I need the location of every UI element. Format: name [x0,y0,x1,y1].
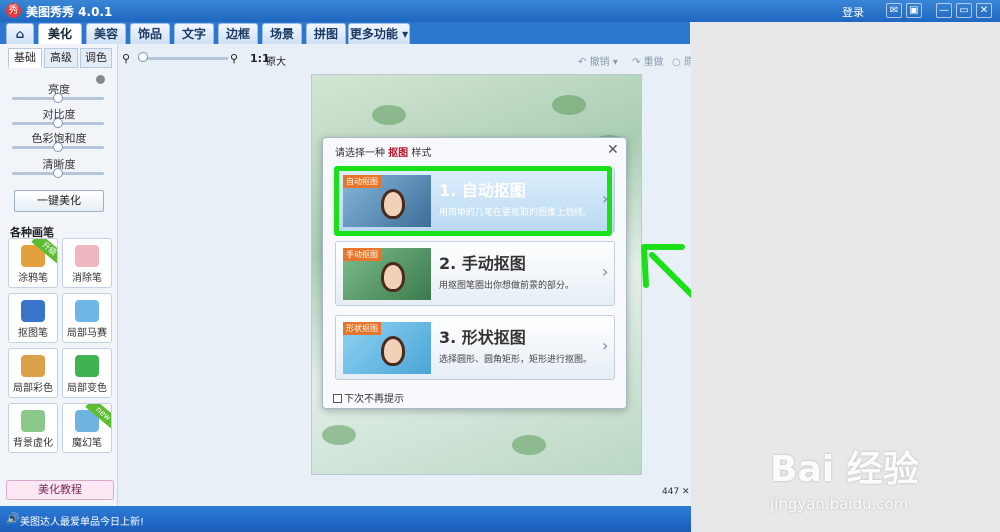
brightness-slider[interactable] [12,93,104,103]
saturation-slider[interactable] [12,142,104,152]
tab-border[interactable]: 边框 [218,23,258,44]
undo-label: 撤销 [589,57,610,68]
contrast-knob[interactable] [53,118,63,128]
dont-show-again-checkbox[interactable]: 下次不再提示 [333,390,404,405]
tool-local-mosaic[interactable]: 局部马赛克 [62,293,112,343]
canvas-leaf [322,425,356,445]
subtab-advanced[interactable]: 高级 [44,48,78,68]
original-size-button[interactable]: 原大 [266,53,286,68]
login-link[interactable]: 登录 [842,4,864,20]
status-bar: 🔊 美图达人最爱单品今日上新! [0,506,691,532]
status-message-link[interactable]: 美图达人最爱单品今日上新! [20,513,144,528]
one-click-beautify-button[interactable]: 一键美化 [14,190,104,212]
canvas-leaf [552,95,586,115]
color-pen-icon [21,355,45,377]
message-icon[interactable]: ✉ [886,3,902,18]
zoom-slider[interactable] [138,57,228,60]
prompt-prefix: 请选择一种 [335,148,385,159]
dialog-close-icon[interactable]: ✕ [607,142,619,158]
watermark-url: jingyan.baidu.com [770,495,909,513]
redo-label: 重做 [643,57,664,68]
beautify-tutorial-button[interactable]: 美化教程 [6,480,114,500]
tab-home[interactable]: ⌂ [6,23,34,44]
canvas-leaf [512,435,546,455]
tab-scene[interactable]: 场景 [262,23,302,44]
dont-show-label: 下次不再提示 [344,394,404,405]
zoom-in-icon[interactable]: ⚲ [230,52,238,65]
canvas-leaf [372,105,406,125]
minimize-button[interactable]: — [936,3,952,18]
skin-icon[interactable]: ▣ [906,3,922,18]
eraser-icon [75,245,99,267]
app-title: 美图秀秀 4.0.1 [26,5,113,19]
tab-beautify[interactable]: 美化 [38,23,82,44]
tool-background-blur[interactable]: 背景虚化 [8,403,58,453]
tool-magic-pen[interactable]: 魔幻笔 new [62,403,112,453]
portrait-thumbnail [381,336,405,366]
contrast-slider[interactable] [12,118,104,128]
sharpness-slider[interactable] [12,168,104,178]
tool-doodle-pen[interactable]: 涂鸦笔 升级 [8,238,58,288]
prompt-keyword: 抠图 [388,148,409,159]
option-title: 3. 形状抠图 [439,328,526,347]
tool-eraser-pen[interactable]: 消除笔 [62,238,112,288]
maximize-button[interactable]: ▭ [956,3,972,18]
thumbnail-tag: 形状抠图 [343,322,381,335]
chevron-right-icon: › [602,336,609,355]
main-tab-bar: ⌂ 美化 美容 饰品 文字 边框 场景 拼图 更多功能 ▾ [0,22,690,44]
tab-beauty[interactable]: 美容 [86,23,126,44]
mosaic-icon [75,300,99,322]
redo-button[interactable]: ↷ 重做 [632,53,664,68]
app-logo-icon: 秀 [6,3,21,18]
blur-icon [21,410,45,432]
image-size-readout: 447 ✕ [662,487,690,497]
close-button[interactable]: ✕ [976,3,992,18]
prompt-suffix: 样式 [411,148,432,159]
tab-collage[interactable]: 拼图 [306,23,346,44]
brightness-knob[interactable] [53,93,63,103]
portrait-thumbnail [381,262,405,292]
option-description: 选择圆形、圆角矩形，矩形进行抠图。 [439,355,593,365]
option-manual-cutout[interactable]: 手动抠图 2. 手动抠图 用抠图笔圈出你想做前景的部分。 › [335,241,615,306]
sharpness-knob[interactable] [53,168,63,178]
shape-cutout-thumbnail: 形状抠图 [343,322,431,374]
left-panel: 基础 高级 调色 亮度 对比度 色彩饱和度 清晰度 一键美化 各种画笔 涂鸦笔 … [0,44,118,506]
tool-cutout-pen[interactable]: 抠图笔 [8,293,58,343]
chevron-right-icon: › [602,262,609,281]
subtab-basic[interactable]: 基础 [8,48,42,68]
manual-cutout-thumbnail: 手动抠图 [343,248,431,300]
option-shape-cutout[interactable]: 形状抠图 3. 形状抠图 选择圆形、圆角矩形，矩形进行抠图。 › [335,315,615,380]
tab-text[interactable]: 文字 [174,23,214,44]
recolor-bucket-icon [75,355,99,377]
baidu-watermark: Bai 经验 jingyan.baidu.com [770,425,1000,520]
tool-local-recolor-pen[interactable]: 局部变色笔 [62,348,112,398]
option-title: 2. 手动抠图 [439,254,526,273]
annotation-highlight-box [334,166,612,236]
title-bar: 秀 美图秀秀 4.0.1 登录 ✉ ▣ — ▭ ✕ [0,0,1000,22]
checkbox-box[interactable] [333,394,342,403]
tab-more-features[interactable]: 更多功能 ▾ [348,23,410,44]
speaker-icon: 🔊 [6,512,20,525]
zoom-out-icon[interactable]: ⚲ [122,52,130,65]
cutout-pen-icon [21,300,45,322]
tool-local-color-pen[interactable]: 局部彩色笔 [8,348,58,398]
watermark-brand: Bai 经验 [770,449,919,490]
thumbnail-tag: 手动抠图 [343,248,381,261]
saturation-knob[interactable] [53,142,63,152]
dialog-prompt: 请选择一种 抠图 样式 [335,144,431,159]
option-description: 用抠图笔圈出你想做前景的部分。 [439,281,575,291]
subtab-color[interactable]: 调色 [80,48,112,68]
zoom-knob[interactable] [138,52,148,62]
tab-accessories[interactable]: 饰品 [130,23,170,44]
undo-button[interactable]: ↶ 撤销 ▾ [578,53,618,68]
